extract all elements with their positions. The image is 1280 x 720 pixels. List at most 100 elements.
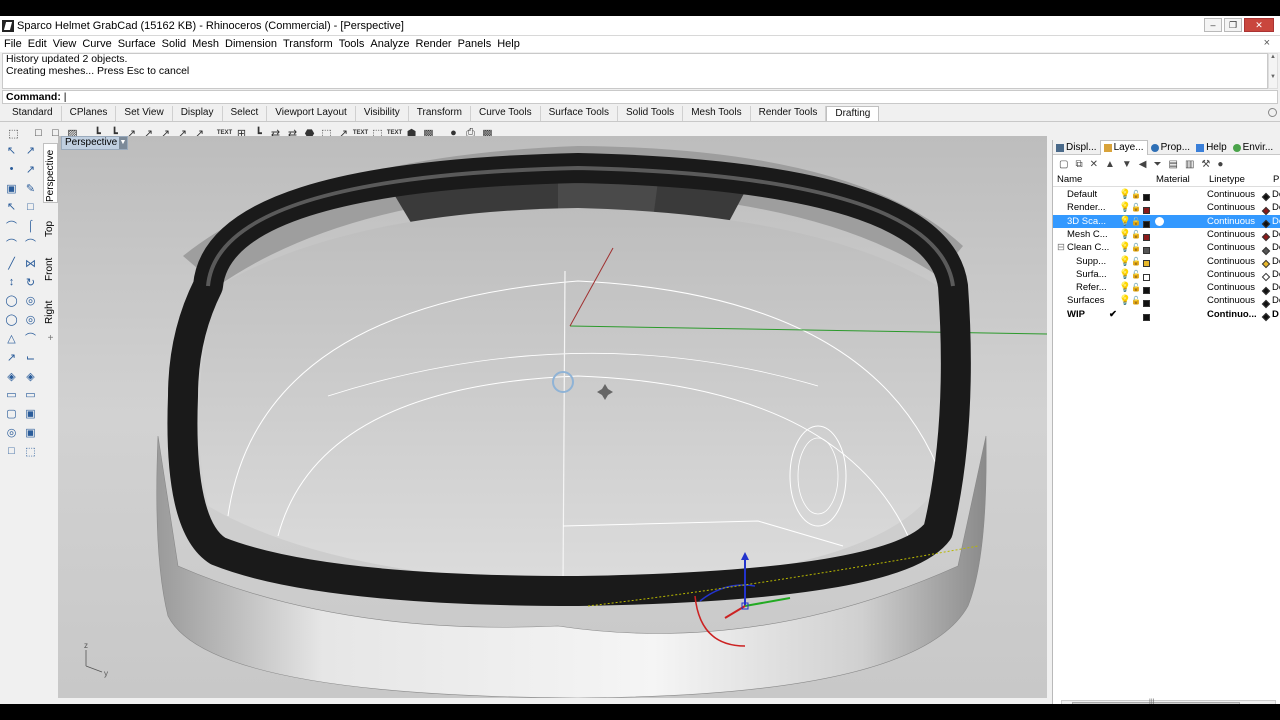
left-tool-icon[interactable]: ⌒ bbox=[3, 236, 20, 253]
menu-dimension[interactable]: Dimension bbox=[225, 38, 282, 50]
scroll-up-icon[interactable]: ▲ bbox=[1269, 54, 1277, 60]
left-tool-icon[interactable]: ◈ bbox=[22, 368, 39, 385]
toolbar-tool-icon[interactable]: □ bbox=[31, 126, 46, 141]
left-tool-icon[interactable]: ⌠ bbox=[22, 217, 39, 234]
tab-drafting[interactable]: Drafting bbox=[826, 106, 880, 121]
menu-render[interactable]: Render bbox=[416, 38, 457, 50]
left-tool-icon[interactable]: ◎ bbox=[22, 292, 39, 309]
print-width[interactable]: De bbox=[1272, 268, 1280, 281]
viewport-tab-top[interactable]: Top bbox=[43, 209, 58, 239]
lock-icon[interactable]: 🔓 bbox=[1131, 268, 1141, 281]
left-tool-icon[interactable]: ▣ bbox=[3, 180, 20, 197]
print-width[interactable]: De bbox=[1272, 241, 1280, 254]
layer-color-swatch[interactable] bbox=[1143, 207, 1150, 215]
print-width[interactable]: De bbox=[1272, 188, 1280, 201]
move-parent-icon[interactable]: ◀ bbox=[1139, 159, 1147, 170]
lock-icon[interactable]: 🔓 bbox=[1131, 241, 1141, 254]
collapse-icon[interactable]: ⊟ bbox=[1057, 241, 1065, 254]
column-name[interactable]: Name bbox=[1057, 174, 1082, 185]
new-layer-icon[interactable]: ▢ bbox=[1059, 159, 1068, 170]
layer-linetype[interactable]: Continuous bbox=[1207, 294, 1255, 307]
tab-display[interactable]: Display bbox=[173, 106, 223, 121]
left-tool-icon[interactable]: ↖ bbox=[3, 142, 20, 159]
print-color-icon[interactable] bbox=[1261, 312, 1271, 322]
menu-edit[interactable]: Edit bbox=[28, 38, 52, 50]
menu-panels[interactable]: Panels bbox=[458, 38, 497, 50]
left-tool-icon[interactable]: ⬚ bbox=[22, 443, 39, 460]
move-up-icon[interactable]: ▲ bbox=[1105, 159, 1115, 170]
layer-color-swatch[interactable] bbox=[1143, 273, 1150, 281]
tab-solid-tools[interactable]: Solid Tools bbox=[618, 106, 684, 121]
material-ball-icon[interactable] bbox=[1155, 216, 1164, 226]
left-tool-icon[interactable]: ↕ bbox=[3, 274, 20, 291]
menu-analyze[interactable]: Analyze bbox=[370, 38, 414, 50]
left-tool-icon[interactable]: ▣ bbox=[22, 405, 39, 422]
toolbar-options-icon[interactable] bbox=[1268, 108, 1277, 117]
layer-linetype[interactable]: Continuous bbox=[1207, 215, 1255, 228]
layer-row[interactable]: Refer... 💡🔓 Continuous De bbox=[1053, 281, 1280, 295]
scrollbar-thumb[interactable]: ||| bbox=[1072, 699, 1240, 704]
layer-row[interactable]: Supp... 💡🔓 Continuous De bbox=[1053, 255, 1280, 269]
lock-icon[interactable]: 🔓 bbox=[1131, 188, 1141, 201]
tab-surface-tools[interactable]: Surface Tools bbox=[541, 106, 618, 121]
viewport-tab-perspective[interactable]: Perspective bbox=[43, 143, 58, 203]
layers-horizontal-scrollbar[interactable]: ||| bbox=[1061, 699, 1276, 704]
column-linetype[interactable]: Linetype bbox=[1209, 174, 1245, 185]
visibility-bulb-icon[interactable]: 💡 bbox=[1119, 201, 1131, 214]
visibility-bulb-icon[interactable]: 💡 bbox=[1119, 228, 1131, 241]
visibility-bulb-icon[interactable]: 💡 bbox=[1119, 294, 1131, 307]
perspective-viewport[interactable]: z y bbox=[58, 136, 1047, 698]
print-width[interactable]: D bbox=[1272, 308, 1280, 321]
layer-linetype[interactable]: Continuous bbox=[1207, 281, 1255, 294]
layer-row[interactable]: ⊟Clean C... 💡🔓 Continuous De bbox=[1053, 241, 1280, 255]
add-viewport-tab[interactable]: + bbox=[43, 333, 58, 347]
wrench-icon[interactable]: ⚒ bbox=[1201, 159, 1210, 170]
viewport-title[interactable]: Perspective ▼ bbox=[61, 136, 128, 150]
left-tool-icon[interactable]: ◎ bbox=[22, 311, 39, 328]
tab-set-view[interactable]: Set View bbox=[116, 106, 173, 121]
layer-color-swatch[interactable] bbox=[1143, 260, 1150, 268]
print-width[interactable]: De bbox=[1272, 255, 1280, 268]
tab-standard[interactable]: Standard bbox=[4, 106, 62, 121]
left-tool-icon[interactable]: ◎ bbox=[3, 424, 20, 441]
menu-curve[interactable]: Curve bbox=[82, 38, 116, 50]
tab-curve-tools[interactable]: Curve Tools bbox=[471, 106, 541, 121]
visibility-bulb-icon[interactable]: 💡 bbox=[1119, 241, 1131, 254]
layer-row[interactable]: Mesh C... 💡🔓 Continuous De bbox=[1053, 228, 1280, 242]
layer-color-swatch[interactable] bbox=[1143, 313, 1150, 321]
menu-close-icon[interactable]: × bbox=[1264, 37, 1270, 49]
lock-icon[interactable]: 🔓 bbox=[1131, 215, 1141, 228]
panel-tab-properties[interactable]: Prop... bbox=[1148, 140, 1193, 155]
lock-icon[interactable]: 🔓 bbox=[1131, 255, 1141, 268]
left-tool-icon[interactable]: ◯ bbox=[3, 292, 20, 309]
delete-layer-icon[interactable]: ✕ bbox=[1090, 159, 1098, 170]
left-tool-icon[interactable]: ▣ bbox=[22, 424, 39, 441]
tab-mesh-tools[interactable]: Mesh Tools bbox=[683, 106, 751, 121]
menu-solid[interactable]: Solid bbox=[162, 38, 191, 50]
panel-tab-layers[interactable]: Laye... bbox=[1099, 140, 1148, 155]
viewport-menu-arrow-icon[interactable]: ▼ bbox=[119, 137, 127, 149]
current-layer-check-icon[interactable]: ✔ bbox=[1109, 308, 1117, 321]
command-history-scrollbar[interactable]: ▲ ▼ bbox=[1268, 53, 1278, 89]
visibility-bulb-icon[interactable]: 💡 bbox=[1119, 188, 1131, 201]
left-tool-icon[interactable]: ↗ bbox=[22, 161, 39, 178]
visibility-bulb-icon[interactable]: 💡 bbox=[1119, 215, 1131, 228]
left-tool-icon[interactable]: ▭ bbox=[22, 386, 39, 403]
layer-row[interactable]: 3D Sca... 💡🔓 Continuous De bbox=[1053, 214, 1280, 229]
layer-color-swatch[interactable] bbox=[1143, 220, 1150, 228]
left-tool-icon[interactable]: ↖ bbox=[3, 198, 20, 215]
left-tool-icon[interactable]: ↻ bbox=[22, 274, 39, 291]
menu-transform[interactable]: Transform bbox=[283, 38, 338, 50]
left-tool-icon[interactable]: ▭ bbox=[3, 386, 20, 403]
lock-icon[interactable]: 🔓 bbox=[1131, 228, 1141, 241]
layer-row[interactable]: Default 💡🔓 Continuous De bbox=[1053, 188, 1280, 202]
print-width[interactable]: De bbox=[1272, 201, 1280, 214]
left-tool-icon[interactable]: ⌒ bbox=[22, 236, 39, 253]
tab-select[interactable]: Select bbox=[223, 106, 268, 121]
layer-row[interactable]: Surfa... 💡🔓 Continuous De bbox=[1053, 268, 1280, 282]
viewport-tab-right[interactable]: Right bbox=[43, 288, 58, 326]
panel-tab-display[interactable]: Displ... bbox=[1053, 140, 1100, 155]
visibility-bulb-icon[interactable]: 💡 bbox=[1119, 281, 1131, 294]
layer-linetype[interactable]: Continuous bbox=[1207, 241, 1255, 254]
layer-help-icon[interactable]: ● bbox=[1217, 159, 1223, 170]
